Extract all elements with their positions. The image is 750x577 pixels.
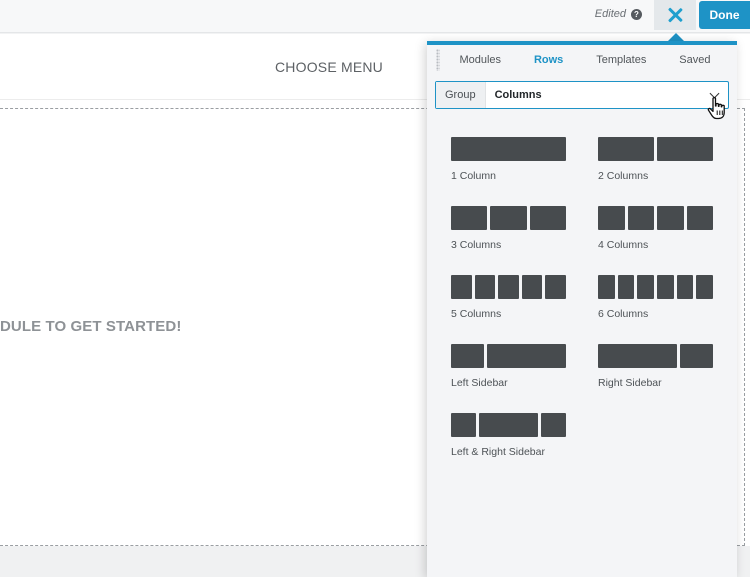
- layout-column-block: [486, 344, 566, 368]
- layout-column-block: [521, 275, 543, 299]
- layout-label: 4 Columns: [598, 239, 649, 251]
- layout-column-block: [617, 275, 635, 299]
- layout-label: 2 Columns: [598, 170, 649, 182]
- row-layout-item[interactable]: 3 Columns: [451, 206, 567, 251]
- layout-column-block: [490, 206, 527, 230]
- close-button[interactable]: [654, 0, 696, 30]
- layout-column-block: [541, 413, 566, 437]
- layout-column-block: [451, 137, 566, 161]
- tab-saved[interactable]: Saved: [679, 54, 710, 76]
- help-icon[interactable]: ?: [631, 8, 642, 20]
- done-button[interactable]: Done: [699, 1, 750, 29]
- layout-label: 5 Columns: [451, 308, 502, 320]
- layout-column-block: [451, 275, 472, 299]
- layout-label: Right Sidebar: [598, 377, 662, 389]
- layout-column-block: [451, 206, 488, 230]
- row-layout-item[interactable]: Left Sidebar: [451, 344, 567, 389]
- layout-preview: [598, 344, 714, 368]
- row-layout-item[interactable]: 2 Columns: [598, 137, 714, 182]
- layout-column-block: [598, 275, 615, 299]
- group-select[interactable]: Group Columns: [435, 81, 729, 109]
- layout-preview: [451, 344, 567, 368]
- row-layout-item[interactable]: Left & Right Sidebar: [451, 413, 567, 458]
- layout-preview: [451, 137, 567, 161]
- layout-column-block: [598, 137, 654, 161]
- layout-column-block: [451, 413, 476, 437]
- panel-caret: [668, 33, 684, 41]
- hand-pointer-icon: [707, 97, 725, 120]
- layout-preview: [451, 275, 567, 299]
- layout-label: 6 Columns: [598, 308, 649, 320]
- row-layout-item[interactable]: 1 Column: [451, 137, 567, 182]
- edited-status[interactable]: Edited ?: [595, 8, 642, 20]
- top-bar: Edited ? Done: [0, 0, 750, 33]
- layout-column-block: [498, 275, 519, 299]
- content-panel: Modules Rows Templates Saved Group Colum…: [427, 41, 737, 577]
- group-select-value: Columns: [494, 89, 542, 101]
- layout-label: 1 Column: [451, 170, 496, 182]
- layout-column-block: [474, 275, 496, 299]
- row-layout-item[interactable]: 4 Columns: [598, 206, 714, 251]
- layout-preview: [598, 206, 714, 230]
- row-layout-item[interactable]: Right Sidebar: [598, 344, 714, 389]
- layout-column-block: [637, 275, 654, 299]
- layout-column-block: [529, 206, 566, 230]
- layout-column-block: [627, 206, 654, 230]
- panel-tabs: Modules Rows Templates Saved: [427, 54, 737, 76]
- layout-column-block: [680, 344, 713, 368]
- layout-column-block: [686, 206, 713, 230]
- layout-column-block: [657, 137, 713, 161]
- layout-label: Left Sidebar: [451, 377, 508, 389]
- layout-column-block: [696, 275, 713, 299]
- edited-label: Edited: [594, 8, 626, 20]
- choose-menu-link[interactable]: CHOOSE MENU: [275, 59, 383, 75]
- row-layout-item[interactable]: 6 Columns: [598, 275, 714, 320]
- layout-column-block: [478, 413, 539, 437]
- tab-templates[interactable]: Templates: [596, 54, 646, 76]
- layout-preview: [451, 206, 567, 230]
- row-layout-item[interactable]: 5 Columns: [451, 275, 567, 320]
- layout-column-block: [451, 344, 484, 368]
- layout-preview: [598, 275, 714, 299]
- layout-label: Left & Right Sidebar: [451, 446, 545, 458]
- layout-column-block: [545, 275, 566, 299]
- layout-column-block: [657, 206, 684, 230]
- close-icon: [667, 7, 683, 23]
- layout-label: 3 Columns: [451, 239, 502, 251]
- layout-column-block: [598, 344, 678, 368]
- tab-rows[interactable]: Rows: [534, 54, 563, 76]
- layout-preview: [598, 137, 714, 161]
- layout-column-block: [598, 206, 625, 230]
- drop-instruction-text: DULE TO GET STARTED!: [0, 318, 182, 335]
- layout-column-block: [656, 275, 674, 299]
- layout-column-block: [676, 275, 694, 299]
- group-select-label: Group: [436, 82, 486, 108]
- tab-modules[interactable]: Modules: [459, 54, 501, 76]
- layout-preview: [451, 413, 567, 437]
